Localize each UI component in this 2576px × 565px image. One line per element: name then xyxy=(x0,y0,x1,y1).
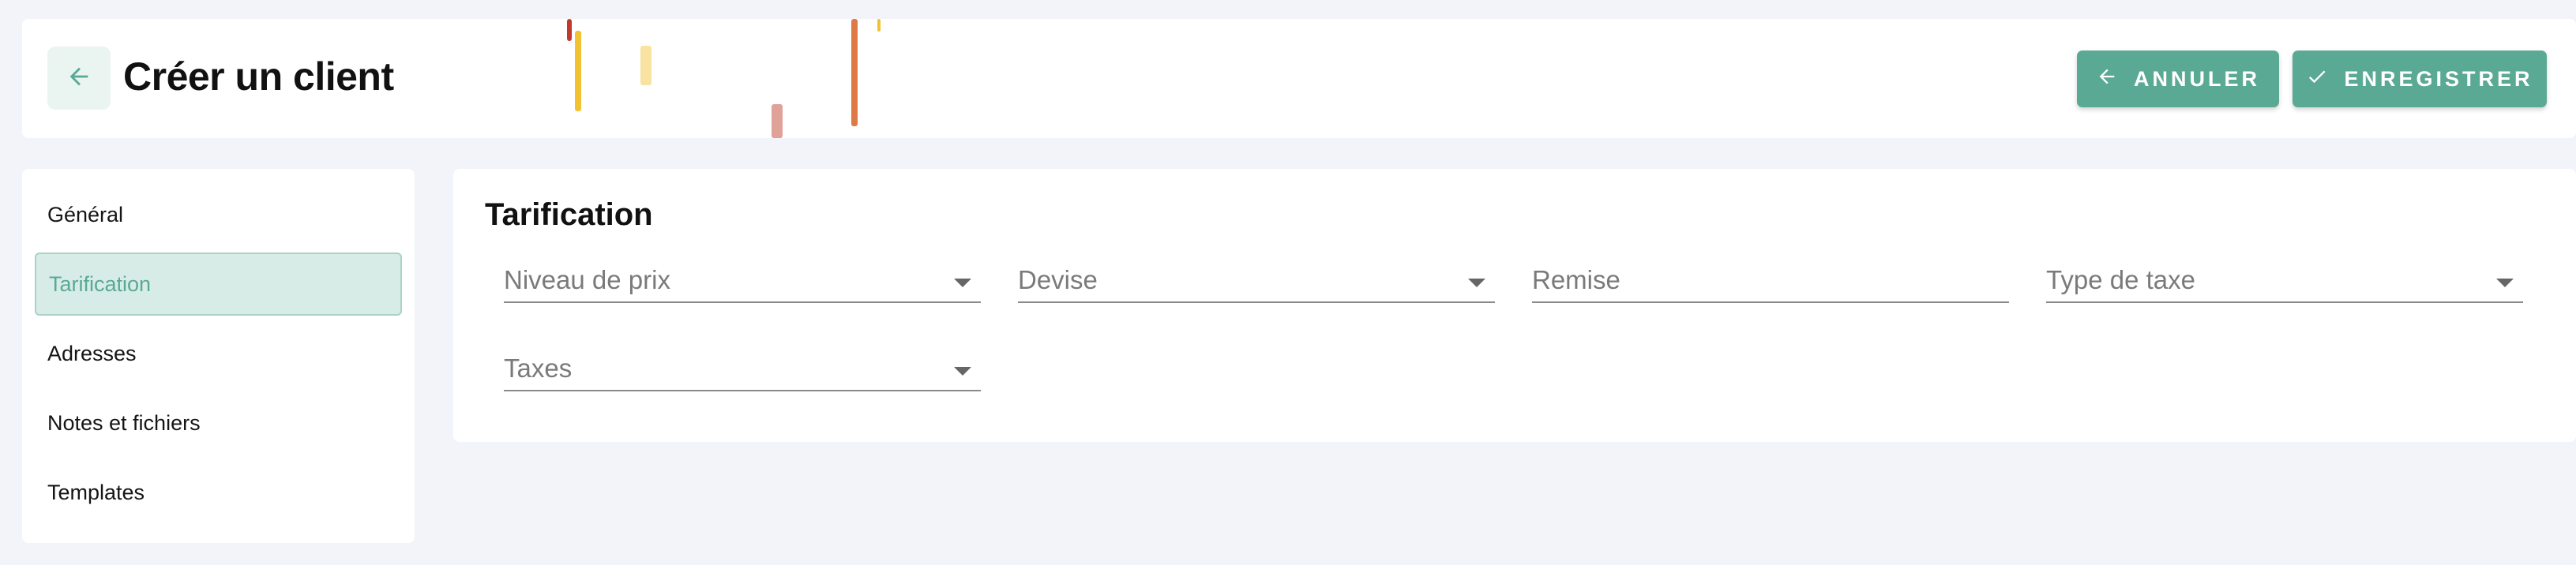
confetti-decoration xyxy=(772,104,783,138)
sidebar-item-label: Templates xyxy=(47,480,145,504)
confetti-decoration xyxy=(575,31,581,111)
check-icon xyxy=(2306,65,2328,93)
sidebar-item-label: Notes et fichiers xyxy=(47,410,201,435)
sidebar-item-label: Adresses xyxy=(47,341,137,365)
sidebar-item-general[interactable]: Général xyxy=(35,183,402,246)
arrow-left-icon xyxy=(66,63,92,94)
sidebar-item-notes-fichiers[interactable]: Notes et fichiers xyxy=(35,391,402,455)
taxes-select[interactable]: Taxes xyxy=(504,344,981,391)
field-label: Devise xyxy=(1018,265,1098,294)
sidebar-item-label: Tarification xyxy=(49,271,152,296)
field-label: Niveau de prix xyxy=(504,265,670,294)
caret-down-icon xyxy=(954,279,971,287)
tarification-card: Tarification Niveau de prix Devise Remis… xyxy=(453,169,2576,442)
confetti-decoration xyxy=(877,19,881,32)
caret-down-icon xyxy=(2496,279,2514,287)
section-title: Tarification xyxy=(485,197,653,232)
price-level-select[interactable]: Niveau de prix xyxy=(504,256,981,303)
sidebar-item-adresses[interactable]: Adresses xyxy=(35,322,402,385)
caret-down-icon xyxy=(954,367,971,376)
confetti-decoration xyxy=(567,19,572,41)
tax-type-select[interactable]: Type de taxe xyxy=(2046,256,2523,303)
confetti-decoration xyxy=(640,46,652,85)
cancel-button-label: ANNULER xyxy=(2134,66,2260,91)
sidebar-nav: Général Tarification Adresses Notes et f… xyxy=(22,169,415,543)
sidebar-item-tarification[interactable]: Tarification xyxy=(35,253,402,316)
save-button-label: ENREGISTRER xyxy=(2344,66,2533,91)
field-label: Remise xyxy=(1532,265,1620,294)
caret-down-icon xyxy=(1468,279,1485,287)
page-title: Créer un client xyxy=(123,54,394,99)
save-button[interactable]: ENREGISTRER xyxy=(2292,51,2547,107)
currency-select[interactable]: Devise xyxy=(1018,256,1495,303)
cancel-button[interactable]: ANNULER xyxy=(2077,51,2279,107)
field-label: Taxes xyxy=(504,354,573,383)
arrow-left-icon xyxy=(2096,65,2118,93)
sidebar-item-label: Général xyxy=(47,202,124,226)
discount-input[interactable]: Remise xyxy=(1532,256,2009,303)
confetti-decoration xyxy=(851,19,858,126)
back-button[interactable] xyxy=(47,47,111,110)
field-label: Type de taxe xyxy=(2046,265,2195,294)
page-header: Créer un client ANNULER ENREGISTRER xyxy=(22,19,2576,138)
sidebar-item-templates[interactable]: Templates xyxy=(35,461,402,524)
